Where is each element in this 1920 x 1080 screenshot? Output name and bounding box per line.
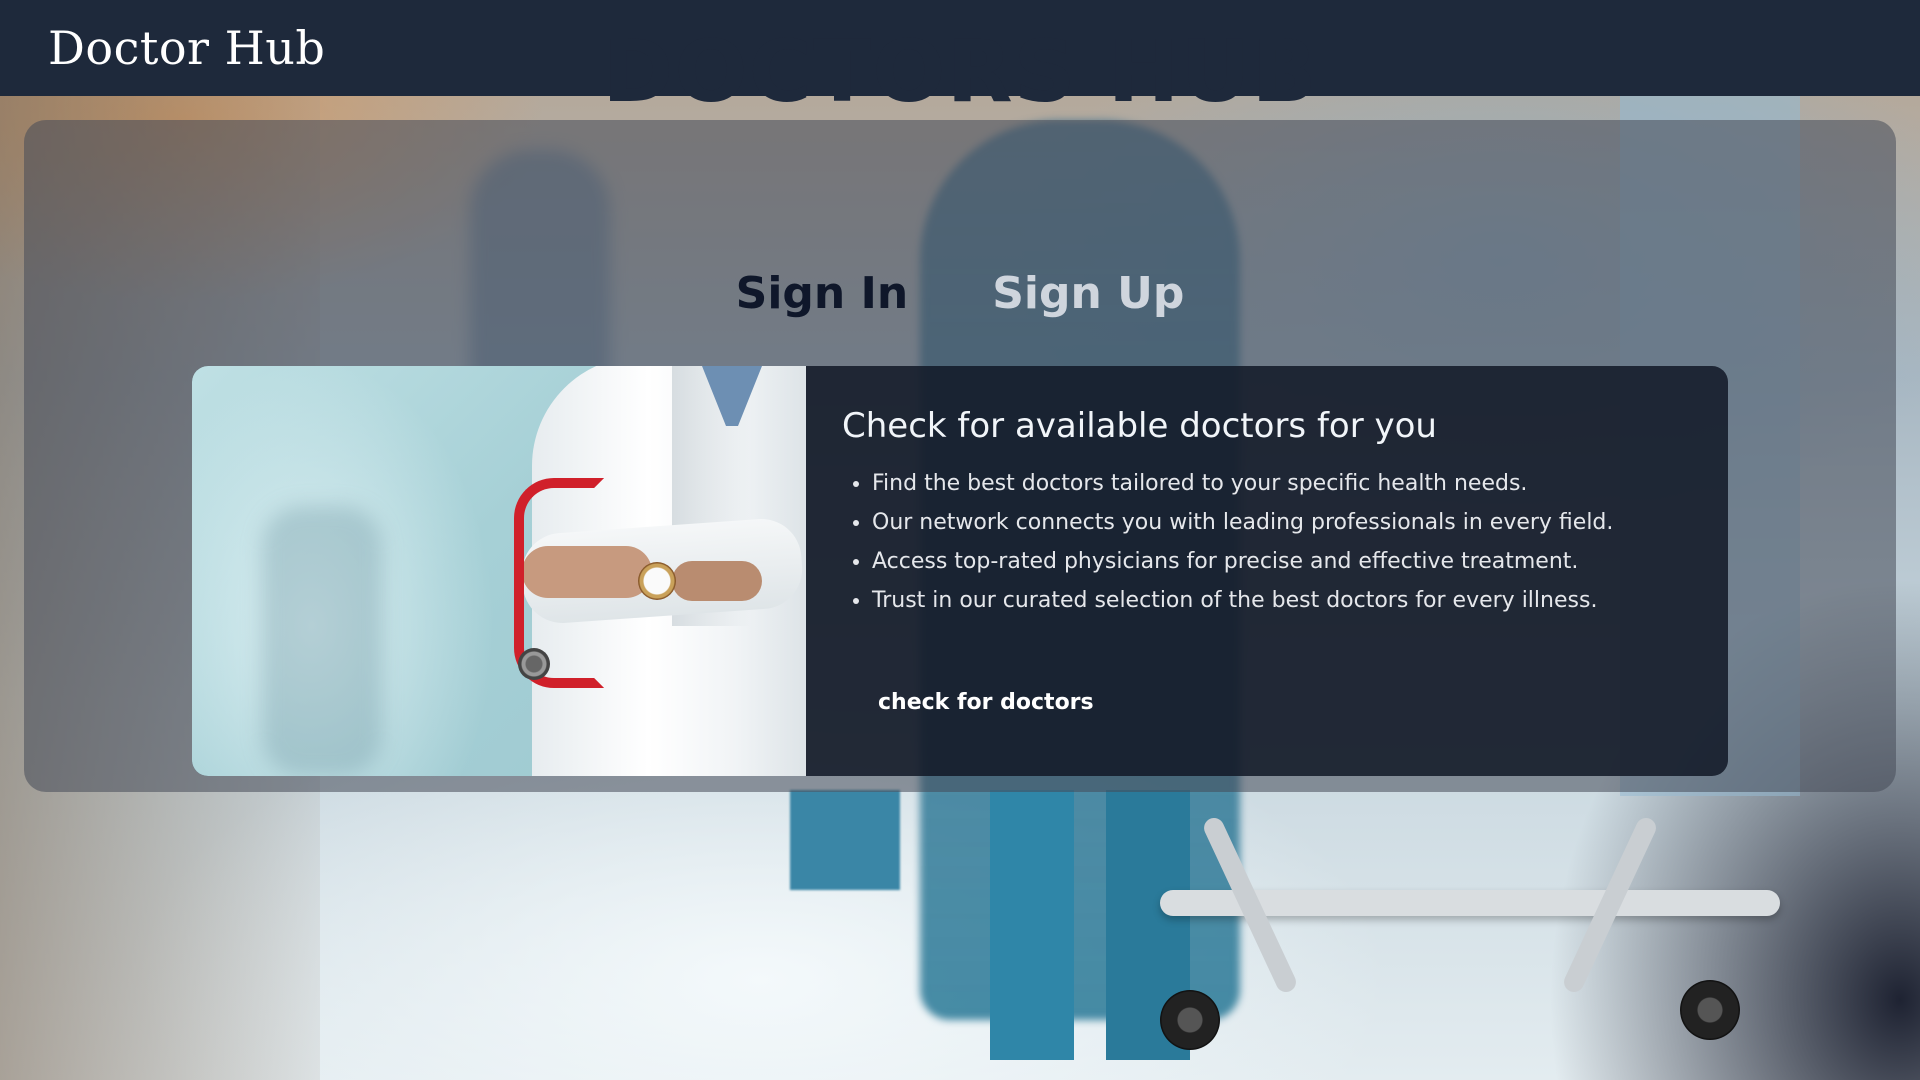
tab-sign-in[interactable]: Sign In xyxy=(736,262,909,326)
photo-hand xyxy=(672,561,762,601)
feature-item: Trust in our curated selection of the be… xyxy=(872,581,1728,620)
auth-tabs: Sign In Sign Up xyxy=(0,262,1920,326)
background-person-legs xyxy=(790,790,900,890)
card-body: Check for available doctors for you Find… xyxy=(806,366,1728,776)
doctors-card: Check for available doctors for you Find… xyxy=(192,366,1728,776)
feature-item: Our network connects you with leading pr… xyxy=(872,503,1728,542)
check-doctors-button[interactable]: check for doctors xyxy=(878,690,1094,715)
doctor-photo xyxy=(192,366,806,776)
page-title: DOCTORS HUB xyxy=(602,22,1318,122)
feature-list: Find the best doctors tailored to your s… xyxy=(842,464,1728,620)
feature-item: Find the best doctors tailored to your s… xyxy=(872,464,1728,503)
tab-sign-up[interactable]: Sign Up xyxy=(992,262,1184,326)
photo-watch xyxy=(638,562,676,600)
photo-background-figure xyxy=(262,506,382,776)
stethoscope-head xyxy=(518,648,550,680)
stretcher-wheel xyxy=(1160,990,1220,1050)
card-title: Check for available doctors for you xyxy=(842,406,1437,446)
feature-item: Access top-rated physicians for precise … xyxy=(872,542,1728,581)
background-stretcher xyxy=(1120,770,1820,1070)
stretcher-wheel xyxy=(1680,980,1740,1040)
